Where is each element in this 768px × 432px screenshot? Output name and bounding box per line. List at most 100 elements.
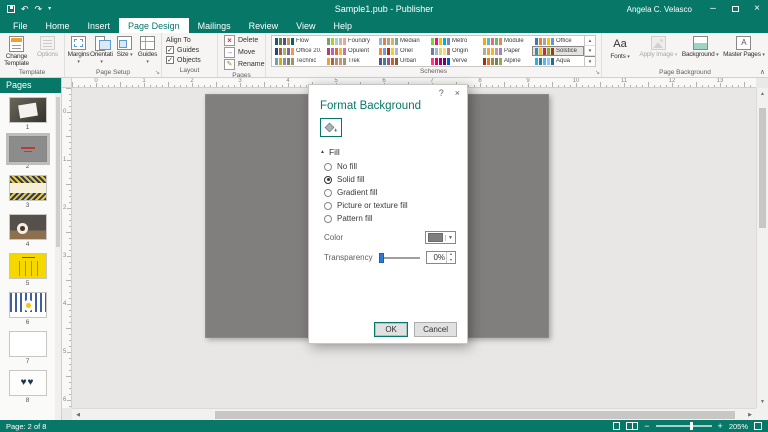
tab-mailings[interactable]: Mailings: [189, 18, 240, 33]
orientation-button[interactable]: Orientation ▾: [90, 34, 113, 68]
fill-option-solid-fill[interactable]: Solid fill: [324, 175, 408, 184]
zoom-level[interactable]: 205%: [729, 422, 748, 431]
scheme-oriel[interactable]: Oriel: [376, 46, 428, 56]
tab-review[interactable]: Review: [240, 18, 288, 33]
scheme-alpine[interactable]: Alpine: [480, 56, 532, 66]
page-thumbnail-4[interactable]: 4: [0, 214, 55, 249]
scheme-median[interactable]: Median: [376, 36, 428, 46]
guides-button[interactable]: Guides ▾: [136, 34, 159, 68]
page-thumbnail-2[interactable]: 2: [0, 136, 55, 171]
move-page-button[interactable]: Move: [222, 47, 255, 58]
tab-insert[interactable]: Insert: [79, 18, 120, 33]
undo-icon[interactable]: ↶: [21, 5, 29, 14]
page-thumbnail-image: [9, 292, 47, 318]
fill-option-pattern-fill[interactable]: Pattern fill: [324, 214, 408, 223]
color-picker-button[interactable]: ▼: [425, 231, 456, 244]
fill-option-picture-or-texture-fill[interactable]: Picture or texture fill: [324, 201, 408, 210]
spinner-arrows[interactable]: ▲▼: [446, 252, 455, 263]
checkbox-guides[interactable]: ✓Guides: [166, 46, 201, 54]
page-thumbnail-7[interactable]: 7: [0, 331, 55, 366]
page-thumbnail-6[interactable]: 6: [0, 292, 55, 327]
zoom-out-button[interactable]: −: [644, 422, 649, 431]
single-page-view-icon[interactable]: [613, 422, 620, 430]
scheme-technic[interactable]: Technic: [272, 56, 324, 66]
scheme-metro[interactable]: Metro: [428, 36, 480, 46]
qat-dropdown-icon[interactable]: ▾: [48, 6, 51, 12]
page-thumbnail-5[interactable]: 5: [0, 253, 55, 288]
fill-option-no-fill[interactable]: No fill: [324, 162, 408, 171]
scheme-trek[interactable]: Trek: [324, 56, 376, 66]
ok-button[interactable]: OK: [374, 322, 408, 337]
size-button[interactable]: Size ▾: [113, 34, 136, 68]
zoom-in-button[interactable]: +: [718, 422, 723, 431]
fill-option-gradient-fill[interactable]: Gradient fill: [324, 188, 408, 197]
gallery-scroll-up-icon[interactable]: ▲: [585, 36, 595, 46]
user-name[interactable]: Angela C. Velasco: [627, 5, 692, 14]
vertical-ruler[interactable]: 0123456: [62, 88, 72, 408]
save-icon[interactable]: [7, 5, 15, 13]
page-thumbnail-8[interactable]: 8: [0, 370, 55, 405]
gallery-more-icon[interactable]: ▼: [585, 56, 595, 66]
horizontal-scrollbar[interactable]: ◀ ▶: [72, 408, 756, 420]
scheme-office[interactable]: Office: [532, 36, 584, 46]
scheme-foundry[interactable]: Foundry: [324, 36, 376, 46]
tab-home[interactable]: Home: [37, 18, 79, 33]
zoom-slider-thumb[interactable]: [690, 422, 693, 430]
scheme-opulent[interactable]: Opulent: [324, 46, 376, 56]
pages-panel-scrollbar[interactable]: [55, 93, 61, 420]
fonts-button[interactable]: AaFonts ▾: [603, 34, 637, 68]
scheme-aqua[interactable]: Aqua: [532, 56, 584, 66]
redo-icon[interactable]: ↷: [35, 5, 43, 14]
page-thumbnail-3[interactable]: 3: [0, 175, 55, 210]
scheme-flow[interactable]: Flow: [272, 36, 324, 46]
scheme-module[interactable]: Module: [480, 36, 532, 46]
tab-view[interactable]: View: [287, 18, 324, 33]
horizontal-scrollbar-thumb[interactable]: [215, 411, 735, 419]
zoom-slider[interactable]: [656, 425, 712, 427]
two-page-view-icon[interactable]: [626, 422, 638, 430]
radio-button-icon: [324, 202, 332, 210]
transparency-input[interactable]: 0% ▲▼: [426, 251, 456, 264]
checkbox-objects[interactable]: ✓Objects: [166, 56, 201, 64]
master-pages-button[interactable]: Master Pages ▾: [721, 34, 767, 68]
background-button[interactable]: Background ▾: [680, 34, 721, 68]
dropdown-arrow-icon: ▾: [130, 52, 132, 58]
page-number-label: 6: [26, 319, 30, 327]
page-thumbnail-1[interactable]: 1: [0, 97, 55, 132]
cancel-button[interactable]: Cancel: [414, 322, 457, 337]
scheme-office-20[interactable]: Office 20..: [272, 46, 324, 56]
vertical-scrollbar[interactable]: ▲ ▼: [756, 88, 768, 408]
schemes-dialog-launcher-icon[interactable]: ↘: [595, 70, 600, 76]
options-button[interactable]: Options: [32, 34, 63, 68]
dialog-help-button[interactable]: ?: [439, 88, 444, 98]
scheme-urban[interactable]: Urban: [376, 56, 428, 66]
margins-button[interactable]: Margins ▾: [67, 34, 90, 68]
tab-file[interactable]: File: [4, 18, 37, 33]
slider-thumb[interactable]: [379, 253, 384, 263]
vertical-scrollbar-thumb[interactable]: [759, 108, 766, 228]
change-template-button[interactable]: Change Template: [1, 34, 32, 68]
delete-page-button[interactable]: Delete: [222, 35, 258, 46]
transparency-slider[interactable]: [379, 257, 420, 259]
scheme-origin[interactable]: Origin: [428, 46, 480, 56]
fit-page-icon[interactable]: [754, 422, 762, 430]
maximize-button[interactable]: [724, 0, 746, 18]
scheme-paper[interactable]: Paper: [480, 46, 532, 56]
minimize-button[interactable]: –: [702, 0, 724, 18]
dialog-close-button[interactable]: ×: [455, 88, 460, 98]
fill-section-header[interactable]: ▲ Fill: [320, 147, 340, 157]
tab-page-design[interactable]: Page Design: [119, 18, 189, 33]
tab-help[interactable]: Help: [324, 18, 361, 33]
close-button[interactable]: ×: [746, 0, 768, 18]
pages-scrollbar-thumb[interactable]: [56, 97, 60, 247]
collapse-ribbon-icon[interactable]: ∧: [760, 68, 765, 76]
scroll-down-icon[interactable]: ▼: [757, 396, 768, 408]
gallery-scroll-down-icon[interactable]: ▼: [585, 46, 595, 56]
page-setup-dialog-launcher-icon[interactable]: ↘: [155, 70, 160, 76]
scheme-solstice[interactable]: Solstice: [532, 46, 584, 56]
rename-page-button[interactable]: Rename: [222, 59, 264, 70]
apply-image-button[interactable]: Apply Image ▾: [637, 34, 680, 68]
scheme-verve[interactable]: Verve: [428, 56, 480, 66]
scroll-up-icon[interactable]: ▲: [757, 88, 768, 100]
fill-bucket-button[interactable]: [320, 118, 342, 137]
